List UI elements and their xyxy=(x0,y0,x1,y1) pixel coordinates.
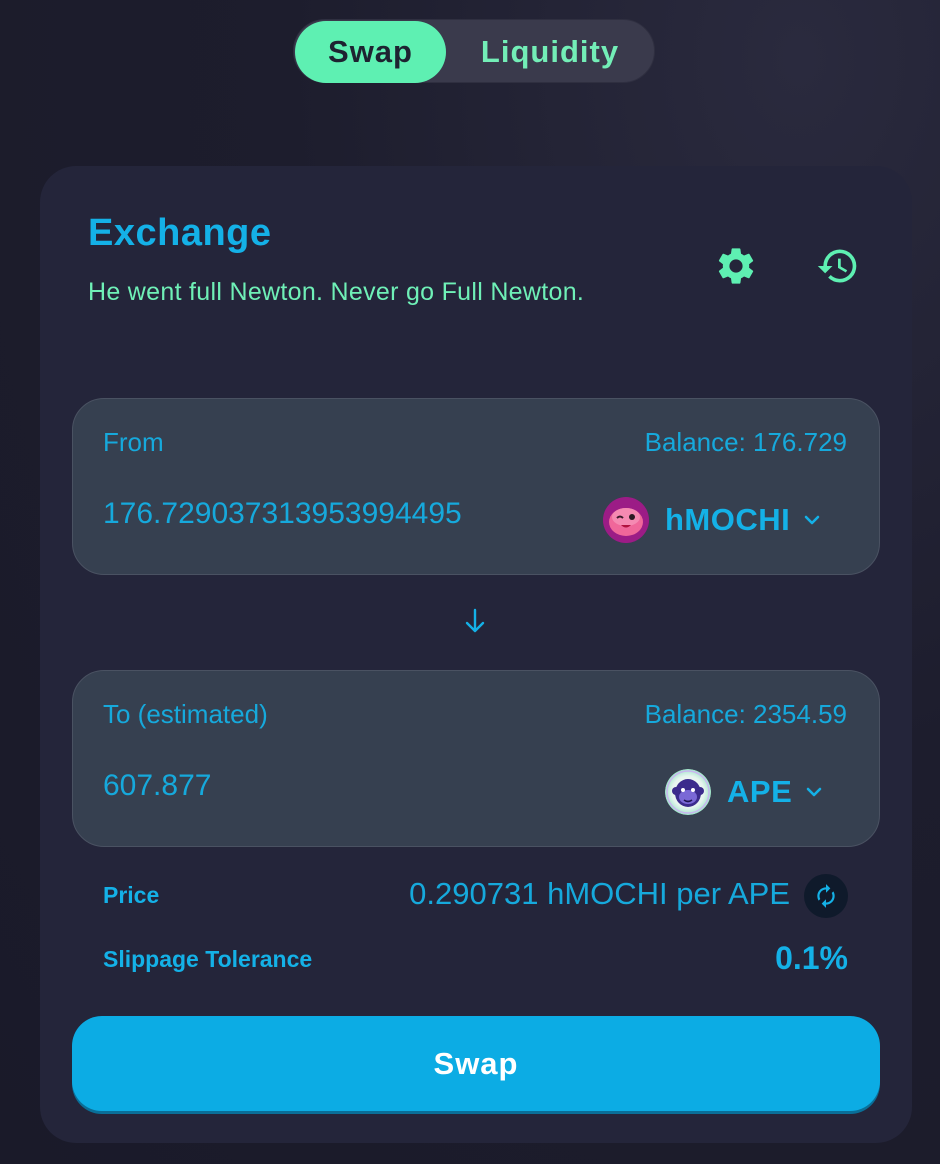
page-title: Exchange xyxy=(88,212,272,254)
history-button[interactable] xyxy=(816,244,860,288)
price-value: 0.290731 hMOCHI per APE xyxy=(409,876,790,911)
from-token-selector[interactable]: hMOCHI xyxy=(603,495,822,545)
tab-liquidity[interactable]: Liquidity xyxy=(446,21,654,83)
to-amount-input[interactable] xyxy=(103,769,523,803)
to-token-name: APE xyxy=(727,774,793,809)
chevron-down-icon xyxy=(804,515,820,525)
price-label: Price xyxy=(103,882,160,908)
from-token-name: hMOCHI xyxy=(665,502,791,537)
from-amount-input[interactable] xyxy=(103,497,523,531)
from-label: From xyxy=(103,427,164,457)
swap-button[interactable]: Swap xyxy=(72,1016,880,1111)
to-panel: To (estimated) Balance: 2354.59 607.877 … xyxy=(72,670,880,847)
slippage-value[interactable]: 0.1% xyxy=(775,940,848,977)
page-subtitle: He went full Newton. Never go Full Newto… xyxy=(88,278,585,306)
refresh-icon xyxy=(817,884,835,908)
hmochi-token-icon xyxy=(603,497,649,543)
gear-icon xyxy=(718,248,754,284)
invert-price-button[interactable] xyxy=(804,874,848,918)
to-token-selector[interactable]: APE xyxy=(665,767,824,817)
exchange-card: Exchange He went full Newton. Never go F… xyxy=(40,166,912,1143)
ape-token-icon xyxy=(665,769,711,815)
swap-liquidity-toggle: Swap Liquidity xyxy=(293,19,655,83)
slippage-label: Slippage Tolerance xyxy=(103,946,313,972)
to-label: To (estimated) xyxy=(103,699,268,729)
from-panel: From Balance: 176.729 hMOCHI xyxy=(72,398,880,575)
settings-button[interactable] xyxy=(714,244,758,288)
tab-swap[interactable]: Swap xyxy=(295,21,446,83)
arrow-down-icon xyxy=(465,608,485,633)
history-icon xyxy=(817,249,857,283)
chevron-down-icon xyxy=(806,787,822,797)
from-balance: Balance: 176.729 xyxy=(644,427,847,457)
to-balance: Balance: 2354.59 xyxy=(644,699,847,729)
